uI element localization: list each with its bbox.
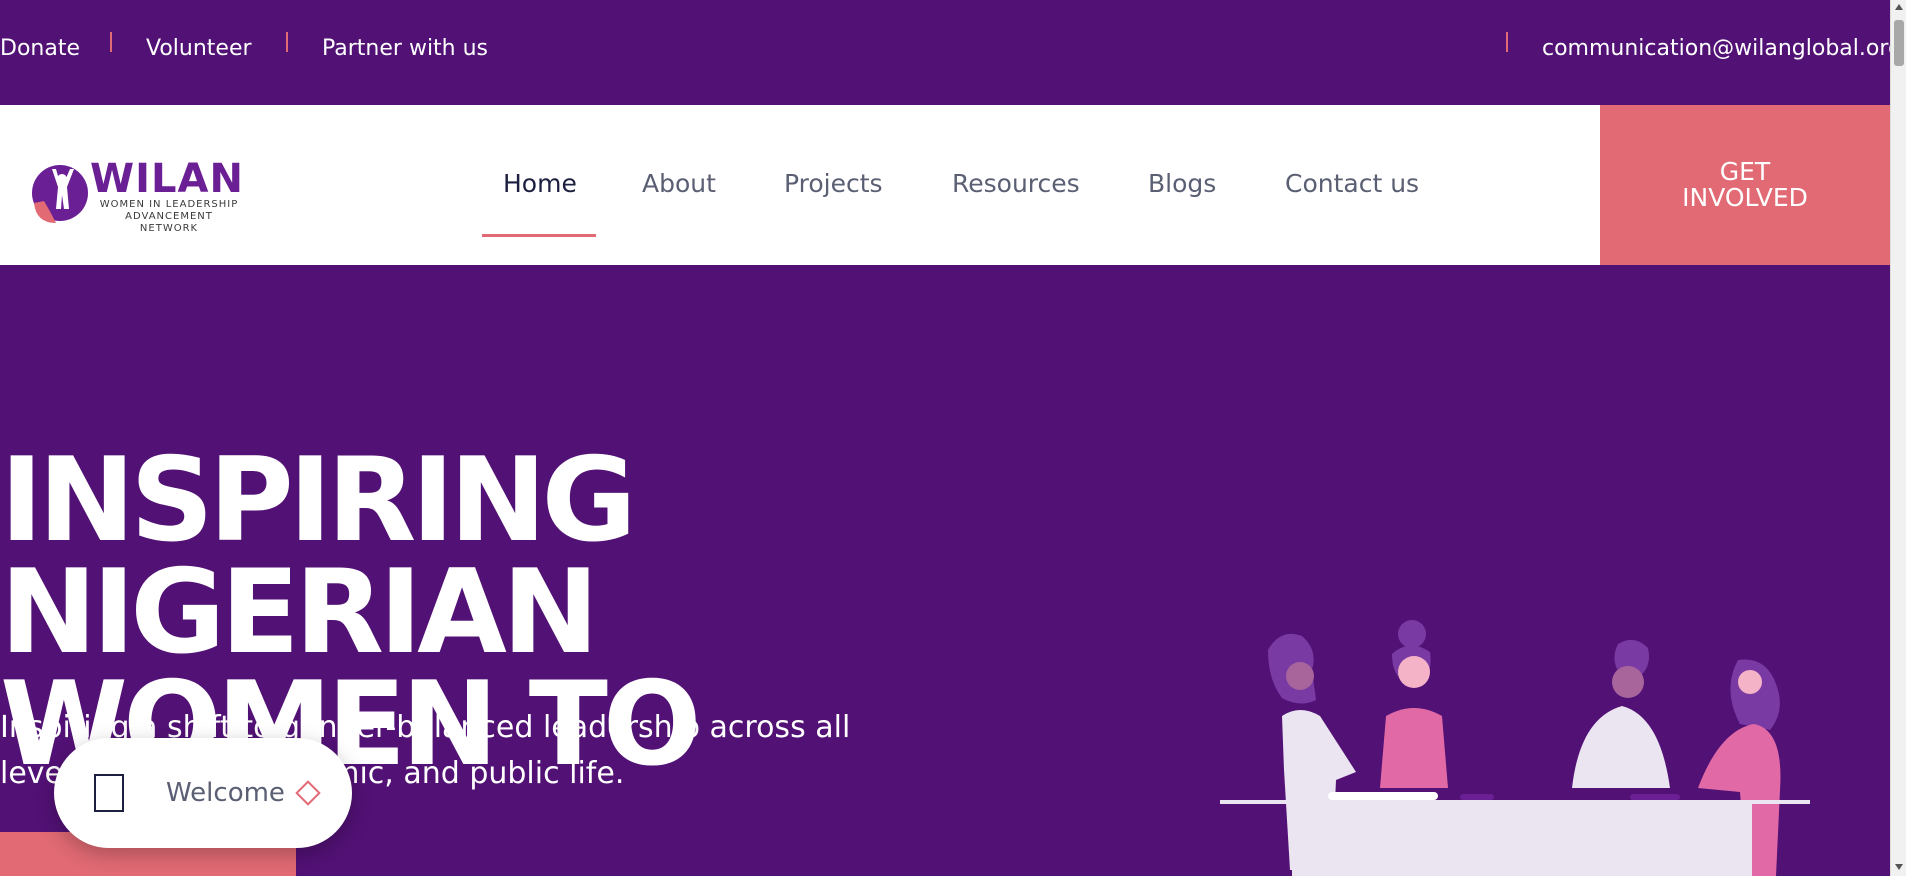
site-header: WILAN WOMEN IN LEADERSHIP ADVANCEMENT NE… xyxy=(0,105,1890,265)
welcome-box-icon xyxy=(94,774,124,812)
get-involved-button[interactable]: GET INVOLVED xyxy=(1600,105,1890,265)
welcome-label: Welcome xyxy=(166,778,285,808)
logo-subtitle: WOMEN IN LEADERSHIP ADVANCEMENT NETWORK xyxy=(94,199,244,235)
logo-subtitle-line1: WOMEN IN LEADERSHIP xyxy=(99,199,239,210)
diamond-icon xyxy=(295,780,321,806)
wilan-logo[interactable]: WILAN WOMEN IN LEADERSHIP ADVANCEMENT NE… xyxy=(30,156,250,234)
welcome-chat-widget[interactable]: Welcome xyxy=(54,738,352,848)
active-nav-indicator xyxy=(482,234,596,237)
partner-link[interactable]: Partner with us xyxy=(322,36,488,61)
separator xyxy=(286,32,288,52)
separator xyxy=(110,32,112,52)
hero-title-line1: INSPIRING NIGERIAN xyxy=(0,433,637,680)
cta-line2: INVOLVED xyxy=(1682,183,1808,212)
logo-subtitle-line2: ADVANCEMENT NETWORK xyxy=(125,211,213,234)
email-link[interactable]: communication@wilanglobal.org xyxy=(1542,36,1902,61)
nav-about[interactable]: About xyxy=(642,169,716,198)
cta-line1: GET xyxy=(1719,157,1771,186)
nav-contact[interactable]: Contact us xyxy=(1285,169,1419,198)
volunteer-link[interactable]: Volunteer xyxy=(146,36,252,61)
top-bar: Donate Volunteer Partner with us communi… xyxy=(0,0,1902,105)
donate-link[interactable]: Donate xyxy=(0,36,80,61)
women-meeting-illustration xyxy=(1220,620,1810,876)
logo-figure-icon xyxy=(32,165,88,223)
nav-projects[interactable]: Projects xyxy=(784,169,883,198)
nav-resources[interactable]: Resources xyxy=(952,169,1080,198)
scroll-up-icon[interactable] xyxy=(1895,4,1903,10)
nav-home[interactable]: Home xyxy=(503,169,577,198)
nav-blogs[interactable]: Blogs xyxy=(1148,169,1216,198)
logo-wordmark: WILAN xyxy=(90,156,244,202)
scroll-down-icon[interactable] xyxy=(1895,864,1903,870)
vertical-scrollbar[interactable] xyxy=(1890,0,1906,876)
separator xyxy=(1506,32,1508,52)
scrollbar-thumb[interactable] xyxy=(1894,20,1904,66)
